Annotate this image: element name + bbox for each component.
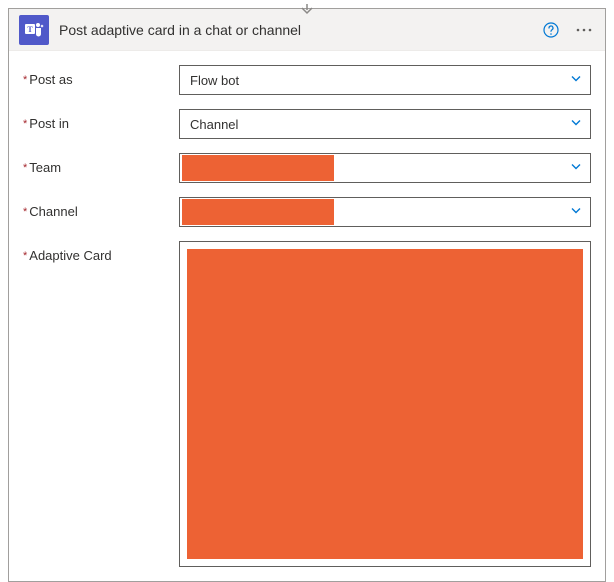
chevron-down-icon	[570, 161, 582, 176]
more-icon[interactable]	[573, 20, 595, 40]
post-in-select[interactable]: Channel	[179, 109, 591, 139]
svg-text:T: T	[27, 25, 33, 34]
card-title: Post adaptive card in a chat or channel	[59, 22, 541, 38]
post-as-label: Post as	[23, 65, 179, 87]
action-card: T Post adaptive card in a chat or channe…	[8, 8, 606, 582]
card-body: Post as Flow bot Post in Channel	[9, 51, 605, 581]
flow-connector-arrow-icon	[299, 4, 315, 19]
team-select[interactable]	[179, 153, 591, 183]
post-as-value: Flow bot	[190, 73, 239, 88]
adaptive-card-input[interactable]	[179, 241, 591, 567]
teams-icon: T	[19, 15, 49, 45]
post-in-label: Post in	[23, 109, 179, 131]
team-label: Team	[23, 153, 179, 175]
channel-label: Channel	[23, 197, 179, 219]
channel-select[interactable]	[179, 197, 591, 227]
post-as-select[interactable]: Flow bot	[179, 65, 591, 95]
channel-value-redacted	[182, 199, 334, 225]
team-value-redacted	[182, 155, 334, 181]
help-icon[interactable]	[541, 20, 561, 40]
chevron-down-icon	[570, 73, 582, 88]
chevron-down-icon	[570, 117, 582, 132]
chevron-down-icon	[570, 205, 582, 220]
adaptive-card-label: Adaptive Card	[23, 241, 179, 263]
adaptive-card-value-redacted	[187, 249, 583, 559]
post-in-value: Channel	[190, 117, 238, 132]
